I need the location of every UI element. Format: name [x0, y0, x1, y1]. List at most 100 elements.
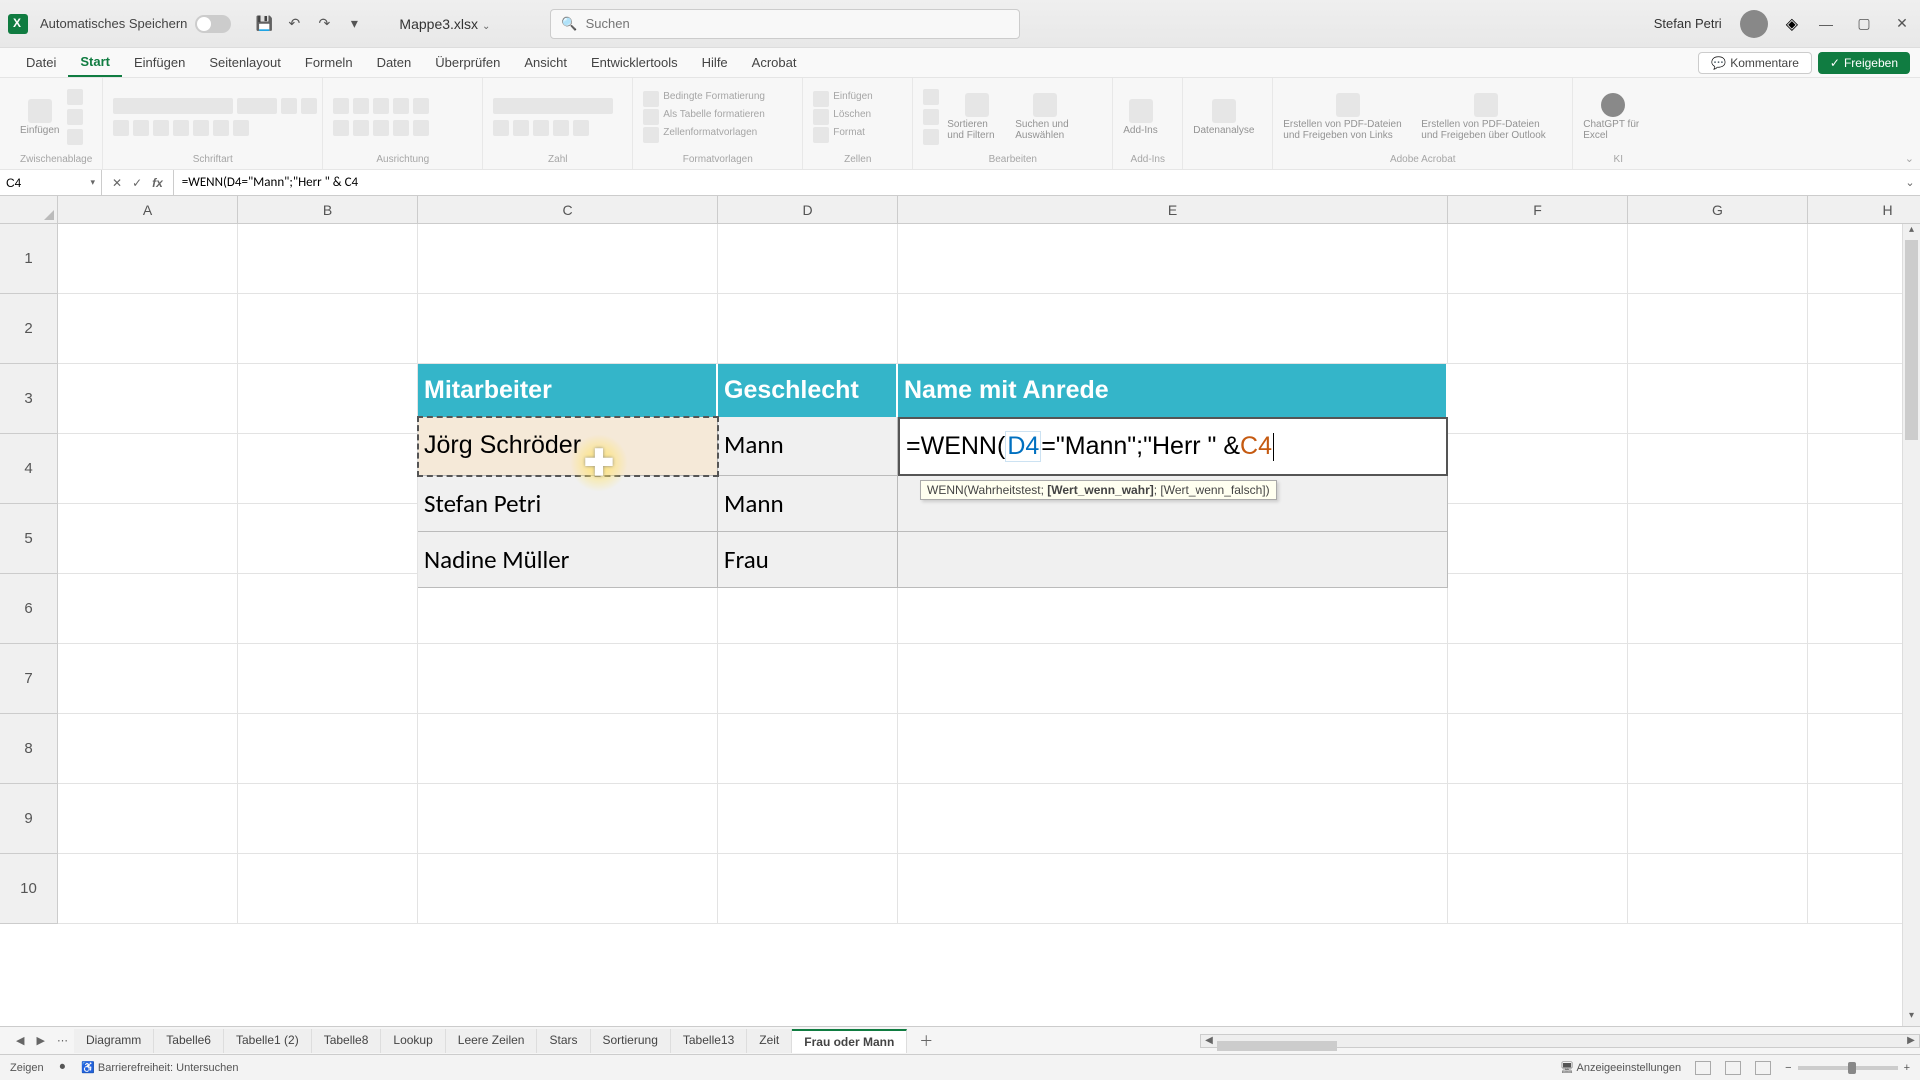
view-layout-icon[interactable] [1725, 1061, 1741, 1075]
present-icon[interactable]: ◈ [1786, 14, 1798, 34]
cell[interactable] [58, 644, 238, 714]
sheet-tab-tabelle6[interactable]: Tabelle6 [154, 1029, 224, 1053]
cell[interactable] [238, 574, 418, 644]
col-header-B[interactable]: B [238, 196, 418, 224]
cell[interactable] [1448, 644, 1628, 714]
col-header-F[interactable]: F [1448, 196, 1628, 224]
cell-e4-editing[interactable]: =WENN(D4="Mann";"Herr " & C4 [898, 417, 1448, 476]
cell[interactable] [238, 784, 418, 854]
sheet-tab-tabelle8[interactable]: Tabelle8 [312, 1029, 382, 1053]
cell[interactable] [58, 854, 238, 924]
file-name[interactable]: Mappe3.xlsx⌄ [399, 16, 490, 32]
hscroll-thumb[interactable] [1217, 1041, 1337, 1051]
minimize-button[interactable]: — [1816, 14, 1836, 34]
row-header-8[interactable]: 8 [0, 714, 58, 784]
cell[interactable] [58, 714, 238, 784]
hscroll-right-icon[interactable]: ▶ [1903, 1035, 1919, 1046]
delete-cells-button[interactable]: Löschen [833, 109, 871, 125]
copy-icon[interactable] [67, 109, 83, 125]
pdf-share-outlook-button[interactable]: Erstellen von PDF-Dateien und Freigeben … [1421, 93, 1551, 141]
cell[interactable] [718, 714, 898, 784]
cell-c4[interactable]: Jörg Schröder [418, 417, 718, 476]
tab-ansicht[interactable]: Ansicht [512, 48, 579, 77]
add-sheet-button[interactable]: ＋ [907, 1031, 945, 1051]
redo-icon[interactable]: ↷ [315, 15, 333, 33]
cell[interactable] [718, 644, 898, 714]
maximize-button[interactable]: ▢ [1854, 14, 1874, 34]
sheet-nav-prev-icon[interactable]: ◀ [10, 1034, 30, 1047]
find-select-button[interactable]: Suchen und Auswählen [1015, 93, 1075, 141]
row-header-6[interactable]: 6 [0, 574, 58, 644]
cell[interactable] [718, 784, 898, 854]
cell[interactable] [1628, 364, 1808, 434]
data-analysis-button[interactable]: Datenanalyse [1193, 99, 1254, 136]
paste-button[interactable]: Einfügen [20, 99, 59, 136]
cell[interactable] [1448, 574, 1628, 644]
zoom-slider[interactable] [1798, 1066, 1898, 1070]
cell[interactable] [1628, 224, 1808, 294]
col-header-E[interactable]: E [898, 196, 1448, 224]
tab-datei[interactable]: Datei [14, 48, 68, 77]
tab-hilfe[interactable]: Hilfe [690, 48, 740, 77]
cell[interactable] [58, 364, 238, 434]
save-icon[interactable]: 💾 [255, 15, 273, 33]
accessibility-status[interactable]: ♿ Barrierefreiheit: Untersuchen [81, 1061, 238, 1074]
zoom-out-icon[interactable]: − [1785, 1062, 1791, 1074]
qat-dropdown-icon[interactable]: ▾ [345, 15, 363, 33]
cell[interactable] [1628, 294, 1808, 364]
cell[interactable] [898, 714, 1448, 784]
row-header-3[interactable]: 3 [0, 364, 58, 434]
scroll-thumb[interactable] [1905, 240, 1918, 440]
formula-bar[interactable]: =WENN(D4="Mann";"Herr " & C4 [174, 175, 1900, 190]
cell[interactable] [1628, 784, 1808, 854]
cell[interactable] [1448, 434, 1628, 504]
close-button[interactable]: ✕ [1892, 14, 1912, 34]
cell[interactable] [238, 854, 418, 924]
format-as-table-button[interactable]: Als Tabelle formatieren [663, 109, 765, 125]
cancel-edit-icon[interactable]: ✕ [112, 176, 122, 190]
macro-record-icon[interactable]: ⏺ [60, 1061, 66, 1074]
format-painter-icon[interactable] [67, 129, 83, 145]
cell[interactable] [1628, 434, 1808, 504]
cell[interactable] [58, 294, 238, 364]
tab-ueberpruefen[interactable]: Überprüfen [423, 48, 512, 77]
cell[interactable] [898, 644, 1448, 714]
sheet-nav-more-icon[interactable]: ⋯ [51, 1034, 74, 1047]
cell[interactable] [1628, 504, 1808, 574]
sheet-tab-leere-zeilen[interactable]: Leere Zeilen [446, 1029, 538, 1053]
cell[interactable] [418, 854, 718, 924]
tab-daten[interactable]: Daten [365, 48, 424, 77]
cell[interactable] [58, 434, 238, 504]
cell[interactable] [1628, 714, 1808, 784]
autosave-toggle[interactable] [195, 15, 231, 33]
sheet-tab-tabelle13[interactable]: Tabelle13 [671, 1029, 747, 1053]
sheet-tab-tabelle1-2-[interactable]: Tabelle1 (2) [224, 1029, 312, 1053]
tab-seitenlayout[interactable]: Seitenlayout [197, 48, 293, 77]
vertical-scrollbar[interactable]: ▴ ▾ [1902, 224, 1920, 1026]
col-header-C[interactable]: C [418, 196, 718, 224]
fx-icon[interactable]: fx [152, 176, 163, 190]
zoom-in-icon[interactable]: + [1904, 1062, 1910, 1074]
tab-einfuegen[interactable]: Einfügen [122, 48, 197, 77]
cell-d4[interactable]: Mann [718, 417, 898, 476]
chatgpt-button[interactable]: ChatGPT für Excel [1583, 93, 1643, 141]
cell[interactable] [718, 224, 898, 294]
cell[interactable] [1448, 854, 1628, 924]
cell[interactable] [418, 784, 718, 854]
row-header-10[interactable]: 10 [0, 854, 58, 924]
cell-styles-button[interactable]: Zellenformatvorlagen [663, 127, 757, 143]
pdf-share-link-button[interactable]: Erstellen von PDF-Dateien und Freigeben … [1283, 93, 1413, 141]
sheet-tab-sortierung[interactable]: Sortierung [591, 1029, 671, 1053]
cell-c6[interactable]: Nadine Müller [418, 532, 718, 588]
share-button[interactable]: ✓ Freigeben [1818, 52, 1910, 74]
addins-button[interactable]: Add-Ins [1123, 99, 1157, 136]
cell-e6[interactable] [898, 532, 1448, 588]
row-header-1[interactable]: 1 [0, 224, 58, 294]
cell[interactable] [1448, 714, 1628, 784]
cell[interactable] [238, 714, 418, 784]
user-name[interactable]: Stefan Petri [1654, 16, 1722, 31]
cell[interactable] [718, 854, 898, 924]
accept-edit-icon[interactable]: ✓ [132, 176, 142, 190]
sheet-tab-stars[interactable]: Stars [537, 1029, 590, 1053]
conditional-format-button[interactable]: Bedingte Formatierung [663, 91, 765, 107]
